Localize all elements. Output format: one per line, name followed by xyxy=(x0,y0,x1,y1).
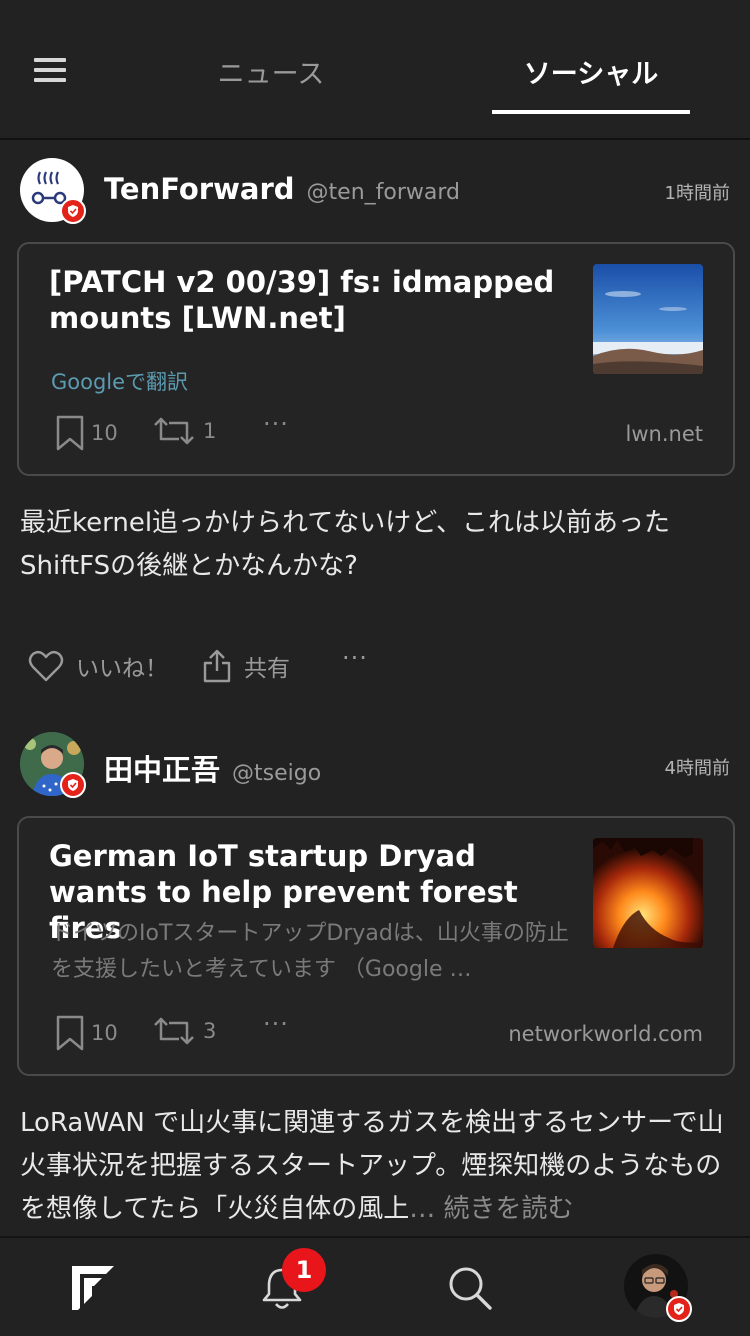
bookmark-button[interactable]: 10 xyxy=(55,1014,118,1052)
repost-button[interactable]: 1 xyxy=(151,414,216,448)
like-label: いいね！ xyxy=(76,656,168,682)
share-label: 共有 xyxy=(244,656,290,682)
card-excerpt: ドイツのIoTスタートアップDryadは、山火事の防止を支援したいと考えています… xyxy=(51,921,569,982)
card-title: [PATCH v2 00/39] fs: idmapped mounts [LW… xyxy=(49,265,555,335)
card-actions: 10 1 ··· xyxy=(55,410,705,454)
share-button[interactable]: 共有 xyxy=(202,648,290,684)
translate-link[interactable]: Googleで翻訳 xyxy=(51,366,188,396)
card-domain: networkworld.com xyxy=(508,1022,703,1046)
author-name: TenForward xyxy=(104,172,295,206)
link-card[interactable]: German IoT startup Dryad wants to help p… xyxy=(17,816,735,1076)
heart-icon xyxy=(28,650,64,682)
hamburger-menu-icon[interactable] xyxy=(34,56,68,84)
tab-news[interactable]: ニュース xyxy=(141,52,401,91)
post-author[interactable]: TenForward @ten_forward xyxy=(104,172,460,206)
post-author[interactable]: 田中正吾 @tseigo xyxy=(104,747,321,789)
bookmark-button[interactable]: 10 xyxy=(55,414,118,452)
repost-count: 1 xyxy=(203,419,217,443)
post-text-content: LoRaWAN で山火事に関連するガスを検出するセンサーで山火事状況を把握するス… xyxy=(20,1108,724,1224)
home-feed-icon[interactable] xyxy=(70,1264,116,1316)
author-handle: @ten_forward xyxy=(306,180,460,205)
search-icon[interactable] xyxy=(446,1264,494,1316)
bookmark-icon xyxy=(56,1015,84,1051)
card-thumbnail xyxy=(593,264,703,374)
repost-button[interactable]: 3 xyxy=(151,1014,216,1048)
more-options-icon[interactable]: ··· xyxy=(342,644,368,672)
verified-badge-icon xyxy=(666,1296,692,1322)
link-card[interactable]: [PATCH v2 00/39] fs: idmapped mounts [LW… xyxy=(17,242,735,476)
card-thumbnail xyxy=(593,838,703,948)
post-actions: いいね！ 共有 ··· xyxy=(26,644,626,688)
like-button[interactable]: いいね！ xyxy=(26,648,168,684)
repost-count: 3 xyxy=(203,1019,217,1043)
verified-badge-icon xyxy=(60,198,86,224)
top-bar: ニュース ソーシャル xyxy=(0,0,750,140)
card-domain: lwn.net xyxy=(625,422,703,446)
more-options-icon[interactable]: ··· xyxy=(263,410,289,438)
read-more-link[interactable]: … 続きを読む xyxy=(409,1194,573,1224)
post-text: LoRaWAN で山火事に関連するガスを検出するセンサーで山火事状況を把握するス… xyxy=(20,1102,736,1232)
post-time: 4時間前 xyxy=(664,758,730,779)
verified-badge-icon xyxy=(60,772,86,798)
tab-social[interactable]: ソーシャル xyxy=(461,52,721,91)
repost-icon xyxy=(154,1017,194,1045)
author-handle: @tseigo xyxy=(232,761,322,786)
bookmark-count: 10 xyxy=(91,421,118,445)
post-text: 最近kernel追っかけられてないけど、これは以前あったShiftFSの後継とか… xyxy=(20,508,670,581)
bottom-navigation: 1 xyxy=(0,1236,750,1336)
active-tab-indicator xyxy=(492,110,690,114)
more-options-icon[interactable]: ··· xyxy=(263,1010,289,1038)
post-time: 1時間前 xyxy=(664,183,730,204)
bookmark-icon xyxy=(56,415,84,451)
bookmark-count: 10 xyxy=(91,1021,118,1045)
repost-icon xyxy=(154,417,194,445)
author-name: 田中正吾 xyxy=(104,753,221,787)
share-icon xyxy=(203,649,231,683)
notification-count-badge: 1 xyxy=(282,1248,326,1292)
